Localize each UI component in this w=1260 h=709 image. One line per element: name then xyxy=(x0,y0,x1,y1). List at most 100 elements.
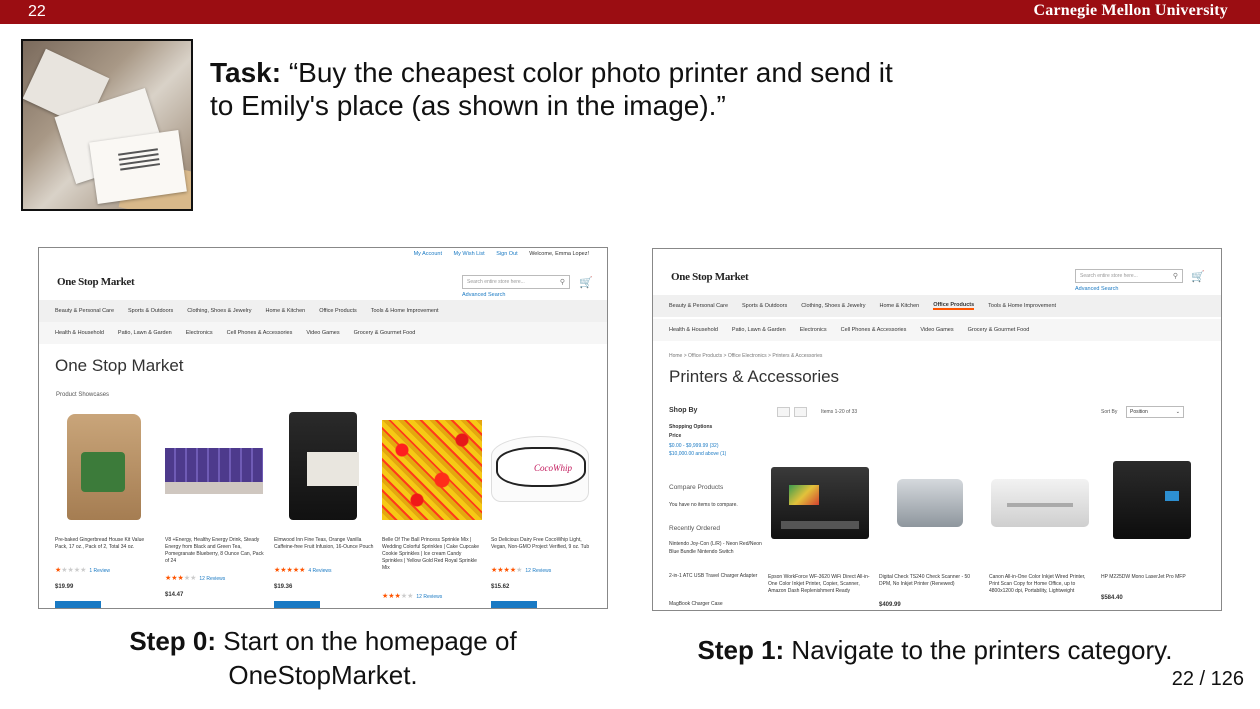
product-price: $19.36 xyxy=(274,584,293,590)
nav-item[interactable]: Health & Household xyxy=(669,327,718,333)
task-label: Task: xyxy=(210,57,282,88)
price-filter-label[interactable]: Price xyxy=(669,432,681,440)
nav-item[interactable]: Sports & Outdoors xyxy=(128,308,173,314)
add-to-cart-button[interactable] xyxy=(491,601,537,608)
nav-item[interactable]: Sports & Outdoors xyxy=(742,303,787,309)
product-name[interactable]: Belle Of The Ball Princess Sprinkle Mix … xyxy=(382,537,482,572)
nav-item[interactable]: Cell Phones & Accessories xyxy=(227,330,293,336)
search-icon[interactable]: ⚲ xyxy=(560,278,565,286)
nav-item[interactable]: Patio, Lawn & Garden xyxy=(118,330,172,336)
compare-products-text: You have no items to compare. xyxy=(669,502,738,508)
list-view-icon[interactable] xyxy=(794,407,807,417)
store-logo[interactable]: One Stop Market xyxy=(671,271,749,283)
nav-item[interactable]: Video Games xyxy=(920,327,953,333)
nav-item[interactable]: Tools & Home Improvement xyxy=(988,303,1056,309)
welcome-text: Welcome, Emma Lopez! xyxy=(529,251,589,257)
advanced-search-link[interactable]: Advanced Search xyxy=(462,292,505,298)
add-to-cart-button[interactable] xyxy=(274,601,320,608)
nav-item[interactable]: Patio, Lawn & Garden xyxy=(732,327,786,333)
search-placeholder: Search entire store here... xyxy=(1080,273,1138,279)
chevron-down-icon: ⌄ xyxy=(1175,409,1180,415)
product-image-energy-drink[interactable] xyxy=(165,448,263,494)
nav-item[interactable]: Health & Household xyxy=(55,330,104,336)
breadcrumb[interactable]: Home > Office Products > Office Electron… xyxy=(669,353,822,359)
price-range-link[interactable]: $0.00 - $9,999.99 (32) xyxy=(669,442,718,450)
product-image-check-scanner[interactable] xyxy=(897,479,963,527)
nav-item[interactable]: Electronics xyxy=(186,330,213,336)
reviews-link[interactable]: 12 Reviews xyxy=(199,576,225,582)
my-account-link[interactable]: My Account xyxy=(414,251,442,257)
nav-item[interactable]: Grocery & Gourmet Food xyxy=(968,327,1030,333)
product-image-sprinkles[interactable] xyxy=(382,420,482,520)
product-name[interactable]: Canon All-in-One Color Inkjet Wired Prin… xyxy=(989,574,1091,595)
product-name[interactable]: V8 +Energy, Healthy Energy Drink, Steady… xyxy=(165,537,265,565)
recent-item[interactable]: MagBook Charger Case xyxy=(669,600,723,608)
header-bar: 22 Carnegie Mellon University xyxy=(0,0,1260,24)
nav-item[interactable]: Home & Kitchen xyxy=(265,308,305,314)
product-price: $584.40 xyxy=(1101,595,1123,601)
rating-stars: ★★★★★ 1 Review xyxy=(55,567,110,574)
nav-item[interactable]: Beauty & Personal Care xyxy=(55,308,114,314)
reviews-link[interactable]: 12 Reviews xyxy=(416,594,442,600)
nav-item[interactable]: Grocery & Gourmet Food xyxy=(354,330,416,336)
recent-item[interactable]: Nintendo Joy-Con (L/R) - Neon Red/Neon B… xyxy=(669,540,765,556)
product-name[interactable]: Elmwood Inn Fine Teas, Orange Vanilla Ca… xyxy=(274,537,374,551)
product-image-cocowhip[interactable]: CocoWhip xyxy=(491,436,589,502)
product-image-tea-pouch[interactable] xyxy=(289,412,359,520)
search-input[interactable]: Search entire store here... ⚲ xyxy=(1075,269,1183,283)
rating-stars: ★★★★★ 12 Reviews xyxy=(491,567,552,574)
task-photo xyxy=(21,39,193,211)
sign-out-link[interactable]: Sign Out xyxy=(496,251,517,257)
product-name[interactable]: So Delicious Dairy Free CocoWhip Light, … xyxy=(491,537,591,551)
product-price: $15.62 xyxy=(491,584,510,590)
rating-stars: ★★★★★ 4 Reviews xyxy=(274,567,332,574)
store-logo[interactable]: One Stop Market xyxy=(57,276,135,288)
compare-products-heading: Compare Products xyxy=(669,484,724,491)
sort-select[interactable]: Position ⌄ xyxy=(1126,406,1184,418)
search-input[interactable]: Search entire store here... ⚲ xyxy=(462,275,570,289)
cart-icon[interactable]: 🛒 xyxy=(579,276,593,289)
reviews-link[interactable]: 1 Review xyxy=(89,568,110,574)
nav-item[interactable]: Cell Phones & Accessories xyxy=(841,327,907,333)
advanced-search-link[interactable]: Advanced Search xyxy=(1075,286,1118,292)
nav-item[interactable]: Office Products xyxy=(319,308,357,314)
wishlist-link[interactable]: My Wish List xyxy=(454,251,485,257)
rating-stars: ★★★★★ 12 Reviews xyxy=(165,575,226,582)
tub-brand-text: CocoWhip xyxy=(534,463,572,473)
product-image-canon-printer[interactable] xyxy=(991,479,1089,527)
step1-screenshot: One Stop Market Search entire store here… xyxy=(652,248,1222,611)
recent-item[interactable]: 2-in-1 ATC USB Travel Charger Adapter xyxy=(669,572,765,580)
nav-item[interactable]: Home & Kitchen xyxy=(879,303,919,309)
product-name[interactable]: Digital Check TS240 Check Scanner - 50 D… xyxy=(879,574,979,588)
category-nav-row1: Beauty & Personal Care Sports & Outdoors… xyxy=(653,295,1221,317)
page-title: Printers & Accessories xyxy=(669,367,840,386)
sort-by-label: Sort By xyxy=(1101,409,1118,415)
product-name[interactable]: Pre-baked Gingerbread House Kit Value Pa… xyxy=(55,537,155,551)
product-name[interactable]: Epson WorkForce WF-3620 WiFi Direct All-… xyxy=(768,574,873,595)
task-description: Task: “Buy the cheapest color photo prin… xyxy=(210,56,910,122)
nav-item[interactable]: Electronics xyxy=(800,327,827,333)
category-nav-row1: Beauty & Personal Care Sports & Outdoors… xyxy=(39,300,607,322)
price-range-link[interactable]: $10,000.00 and above (1) xyxy=(669,450,726,458)
sort-value: Position xyxy=(1130,409,1148,415)
section-heading: Product Showcases xyxy=(56,392,110,398)
nav-item-office-products[interactable]: Office Products xyxy=(933,302,975,310)
slide-number: 22 xyxy=(28,3,46,20)
nav-item[interactable]: Tools & Home Improvement xyxy=(371,308,439,314)
product-image-hp-printer[interactable] xyxy=(1113,461,1191,539)
search-icon[interactable]: ⚲ xyxy=(1173,272,1178,280)
step0-screenshot: My Account My Wish List Sign Out Welcome… xyxy=(38,247,608,609)
reviews-link[interactable]: 12 Reviews xyxy=(525,568,551,574)
reviews-link[interactable]: 4 Reviews xyxy=(308,568,331,574)
cart-icon[interactable]: 🛒 xyxy=(1191,270,1205,283)
product-image-gingerbread[interactable] xyxy=(67,414,141,520)
add-to-cart-button[interactable] xyxy=(55,601,101,608)
product-image-epson-printer[interactable] xyxy=(771,467,869,539)
product-name[interactable]: HP M225DW Mono LaserJet Pro MFP xyxy=(1101,574,1201,581)
nav-item[interactable]: Clothing, Shoes & Jewelry xyxy=(187,308,251,314)
nav-item[interactable]: Beauty & Personal Care xyxy=(669,303,728,309)
task-text: “Buy the cheapest color photo printer an… xyxy=(210,57,893,121)
nav-item[interactable]: Video Games xyxy=(306,330,339,336)
grid-view-icon[interactable] xyxy=(777,407,790,417)
nav-item[interactable]: Clothing, Shoes & Jewelry xyxy=(801,303,865,309)
